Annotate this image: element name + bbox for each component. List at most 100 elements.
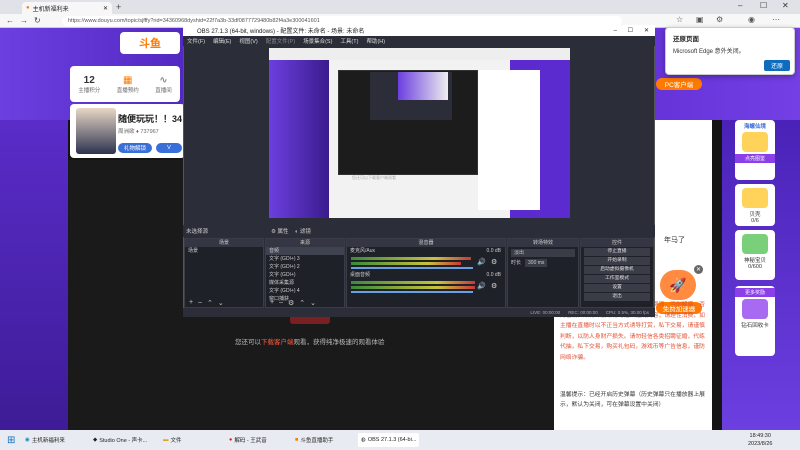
close-window-icon[interactable]: ✕ bbox=[782, 1, 789, 10]
menu-profile[interactable]: 配置文件(P) bbox=[266, 37, 295, 45]
gift-unlock-button[interactable]: 礼物解锁 bbox=[118, 143, 152, 153]
menu-scene-collection[interactable]: 场景集合(S) bbox=[303, 37, 332, 45]
taskbar-item-obs[interactable]: ◍ OBS 27.1.3 (64-bi... bbox=[358, 433, 420, 447]
rocket-icon[interactable]: 🚀 bbox=[660, 270, 696, 300]
controls-header: 控件 bbox=[581, 239, 653, 247]
move-down-icon[interactable]: ⌄ bbox=[218, 299, 224, 307]
stat-points[interactable]: 12 主播积分 bbox=[78, 75, 100, 94]
menu-help[interactable]: 帮助(H) bbox=[366, 37, 385, 45]
source-item[interactable]: 文字 (GDI+) 2 bbox=[266, 263, 344, 271]
stat-room-label: 直播间 bbox=[155, 87, 172, 94]
menu-file[interactable]: 文件(F) bbox=[187, 37, 205, 45]
year-text: 年马了 bbox=[664, 237, 685, 244]
filters-button[interactable]: ◐ 滤镜 bbox=[295, 227, 311, 235]
vip-button[interactable]: V bbox=[156, 143, 182, 153]
track-settings-icon[interactable]: ⚙ bbox=[491, 282, 497, 290]
anchor-avatar[interactable] bbox=[76, 108, 116, 154]
menu-tools[interactable]: 工具(T) bbox=[340, 37, 358, 45]
start-recording-button[interactable]: 开始录制 bbox=[584, 257, 650, 265]
volume-slider[interactable] bbox=[351, 291, 473, 293]
speaker-icon[interactable]: 🔊 bbox=[477, 258, 486, 266]
stop-streaming-button[interactable]: 停止直播 bbox=[584, 248, 650, 256]
obs-maximize-icon[interactable]: ☐ bbox=[628, 27, 633, 34]
exit-button[interactable]: 退出 bbox=[584, 293, 650, 301]
collections-icon[interactable]: ▣ bbox=[696, 15, 704, 24]
taskbar-item-files[interactable]: ▬ 文件 bbox=[160, 433, 185, 447]
new-tab-icon[interactable]: + bbox=[116, 2, 121, 12]
obs-close-icon[interactable]: ✕ bbox=[644, 27, 649, 34]
mixer-track: 麦克风/Aux 0.0 dB bbox=[347, 247, 505, 255]
side-card-rewards[interactable]: 更多奖励 钻石回收卡 bbox=[735, 286, 775, 356]
extensions-icon[interactable]: ⚙ bbox=[716, 15, 723, 24]
minimize-icon[interactable]: – bbox=[738, 1, 742, 10]
restore-button[interactable]: 还原 bbox=[764, 60, 790, 71]
remove-source-icon[interactable]: – bbox=[279, 299, 283, 306]
duration-input[interactable]: 300 ms bbox=[525, 259, 548, 267]
side-card-treasure[interactable]: 神秘宝贝 0/600 bbox=[735, 230, 775, 280]
volume-slider[interactable] bbox=[351, 267, 473, 269]
calendar-icon: ▦ bbox=[123, 74, 133, 86]
page-left-bg bbox=[0, 120, 68, 430]
netease-icon: ● bbox=[229, 437, 233, 443]
close-icon[interactable]: ✕ bbox=[694, 265, 703, 274]
scene-item[interactable]: 场景 bbox=[185, 247, 263, 255]
back-icon[interactable]: ← bbox=[6, 16, 14, 25]
stat-reservation[interactable]: ▦ 直播预约 bbox=[117, 75, 139, 94]
chat-hint: 温馨提示：已经开启历史弹幕（历史弹幕只在播放器上展示，默认为关闭，可在弹幕设置中… bbox=[560, 392, 705, 408]
side-card-event[interactable]: 海螺仙境 点亮图鉴 bbox=[735, 120, 775, 180]
taskbar-item-decoder[interactable]: ● 解码 - 王武音 bbox=[226, 433, 270, 447]
transition-select[interactable]: 淡出 bbox=[511, 249, 575, 257]
source-item[interactable]: 文字 (GDI+) bbox=[266, 271, 344, 279]
favorites-icon[interactable]: ☆ bbox=[676, 15, 683, 24]
settings-button[interactable]: 设置 bbox=[584, 284, 650, 292]
refresh-icon[interactable]: ↻ bbox=[34, 16, 41, 25]
stat-room[interactable]: ∿ 直播间 bbox=[155, 75, 172, 94]
obs-icon: ◍ bbox=[361, 437, 366, 443]
volume-meter bbox=[351, 286, 475, 289]
source-item[interactable]: 文字 (GDI+) 3 bbox=[266, 255, 344, 263]
source-settings-icon[interactable]: ⚙ bbox=[288, 299, 294, 307]
forward-icon[interactable]: → bbox=[20, 16, 28, 25]
preview-browser-bar bbox=[269, 48, 570, 60]
more-icon[interactable]: ⋯ bbox=[772, 15, 780, 24]
properties-button[interactable]: ⚙ 属性 bbox=[271, 227, 288, 235]
obs-minimize-icon[interactable]: – bbox=[614, 28, 617, 34]
studio-mode-button[interactable]: 工作室模式 bbox=[584, 275, 650, 283]
taskbar-item-douyu[interactable]: ■ 斗鱼直播助手 bbox=[292, 433, 336, 447]
add-source-icon[interactable]: + bbox=[270, 299, 274, 306]
move-down-icon[interactable]: ⌄ bbox=[310, 299, 316, 307]
remove-scene-icon[interactable]: – bbox=[198, 299, 202, 306]
download-client-link[interactable]: 下载客户端 bbox=[261, 339, 294, 346]
source-item[interactable]: 媒体采集源 bbox=[266, 279, 344, 287]
track-settings-icon[interactable]: ⚙ bbox=[491, 258, 497, 266]
douyu-logo[interactable]: 斗鱼 bbox=[120, 32, 180, 54]
shell-title: 贝壳 bbox=[749, 212, 761, 218]
maximize-icon[interactable]: ☐ bbox=[760, 1, 767, 10]
obs-titlebar[interactable]: OBS 27.1.3 (64-bit, windows) - 配置文件: 未命名… bbox=[183, 25, 655, 36]
taskbar-item-edge[interactable]: ◉ 主机新福利来 bbox=[22, 433, 68, 447]
source-toolbar: 未选择源 ⚙ 属性 ◐ 滤镜 bbox=[183, 225, 655, 237]
browser-tab[interactable]: ● 主机新福利来 ✕ bbox=[22, 2, 112, 14]
source-item[interactable]: 音频 bbox=[266, 247, 344, 255]
tab-close-icon[interactable]: ✕ bbox=[103, 5, 108, 12]
move-up-icon[interactable]: ⌃ bbox=[299, 299, 305, 307]
side-card-shell[interactable]: 贝壳 0/6 bbox=[735, 184, 775, 226]
speaker-icon[interactable]: 🔊 bbox=[477, 282, 486, 290]
add-scene-icon[interactable]: + bbox=[189, 299, 193, 306]
no-source-label: 未选择源 bbox=[186, 229, 209, 235]
virtual-camera-button[interactable]: 启动虚拟摄像机 bbox=[584, 266, 650, 274]
taskbar-item-studio[interactable]: ◆ Studio One - 声卡... bbox=[90, 433, 150, 447]
source-item[interactable]: 文字 (GDI+) 4 bbox=[266, 287, 344, 295]
menu-view[interactable]: 视图(V) bbox=[239, 37, 257, 45]
anchor-title: 随便玩玩！！34 bbox=[118, 114, 183, 124]
menu-edit[interactable]: 编辑(E) bbox=[213, 37, 231, 45]
system-clock[interactable]: 18:49:30 2023/8/26 bbox=[748, 432, 772, 448]
taskbar-item-label: 主机新福利来 bbox=[31, 438, 65, 444]
transitions-header: 转场特效 bbox=[508, 239, 578, 247]
scenes-footer: + – ⌃ ⌄ bbox=[185, 298, 263, 307]
profile-icon[interactable]: ◉ bbox=[748, 15, 755, 24]
move-up-icon[interactable]: ⌃ bbox=[207, 299, 213, 307]
event-title: 海螺仙境 bbox=[743, 124, 766, 130]
start-icon[interactable]: ⊞ bbox=[4, 433, 18, 447]
pc-client-button[interactable]: PC客户端 bbox=[656, 78, 702, 90]
